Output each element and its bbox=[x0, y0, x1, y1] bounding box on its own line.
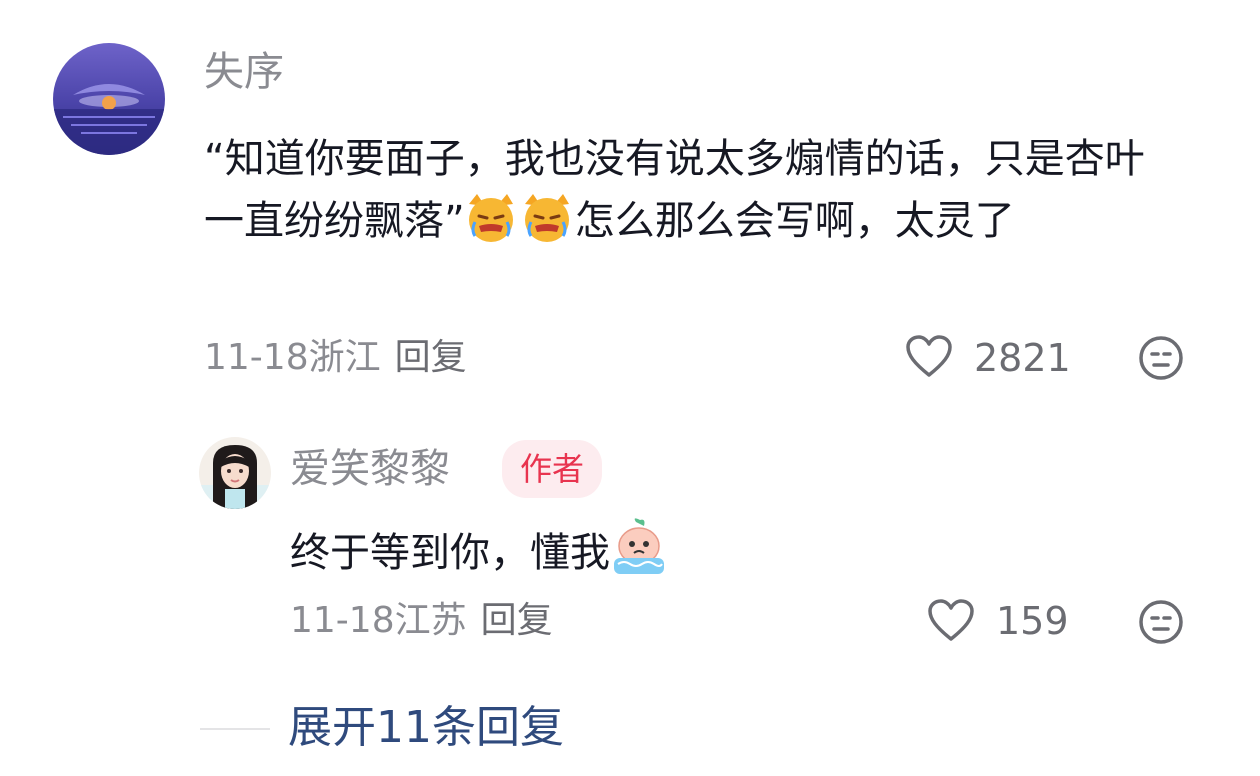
crying-peach-emoji-icon bbox=[610, 518, 668, 594]
avatar[interactable] bbox=[53, 43, 165, 155]
expand-replies-button[interactable]: 展开11条回复 bbox=[288, 706, 564, 750]
neutral-face-icon bbox=[1139, 336, 1183, 380]
reply-button[interactable]: 回复 bbox=[395, 337, 467, 378]
comment-meta: 11-18浙江 回复 bbox=[204, 340, 467, 376]
like-count: 2821 bbox=[974, 336, 1071, 380]
reply-like-button[interactable] bbox=[926, 597, 976, 645]
avatar-image bbox=[199, 437, 271, 509]
comment-text: “知道你要面子，我也没有说太多煽情的话，只是杏叶一直纷纷飘落” 怎么那么会写啊，… bbox=[204, 128, 1164, 262]
comment-location: 浙江 bbox=[308, 337, 381, 378]
reply-location: 江苏 bbox=[394, 600, 467, 641]
avatar-image bbox=[53, 43, 165, 155]
reply-reply-button[interactable]: 回复 bbox=[481, 600, 553, 641]
reply-text-content: 终于等到你，懂我 bbox=[290, 530, 610, 576]
reply-like-count: 159 bbox=[996, 599, 1069, 643]
reply-text: 终于等到你，懂我 bbox=[290, 518, 668, 594]
neutral-face-icon bbox=[1139, 600, 1183, 644]
reply-date: 11-18 bbox=[290, 600, 395, 641]
comment-text-part2: 怎么那么会写啊，太灵了 bbox=[574, 198, 1015, 244]
comment-date: 11-18 bbox=[204, 337, 309, 378]
crying-cat-emoji-icon bbox=[465, 192, 575, 262]
comment-username[interactable]: 失序 bbox=[204, 52, 284, 92]
heart-outline-icon bbox=[906, 335, 952, 377]
like-button[interactable] bbox=[904, 333, 954, 381]
author-badge: 作者 bbox=[502, 440, 603, 498]
reply-meta: 11-18江苏 回复 bbox=[290, 603, 553, 639]
expand-divider bbox=[200, 728, 270, 730]
reply-dislike-button[interactable] bbox=[1137, 598, 1185, 646]
heart-outline-icon bbox=[928, 599, 974, 641]
reply-username[interactable]: 爱笑黎黎 bbox=[290, 449, 450, 489]
dislike-button[interactable] bbox=[1137, 334, 1185, 382]
reply-avatar[interactable] bbox=[199, 437, 271, 509]
